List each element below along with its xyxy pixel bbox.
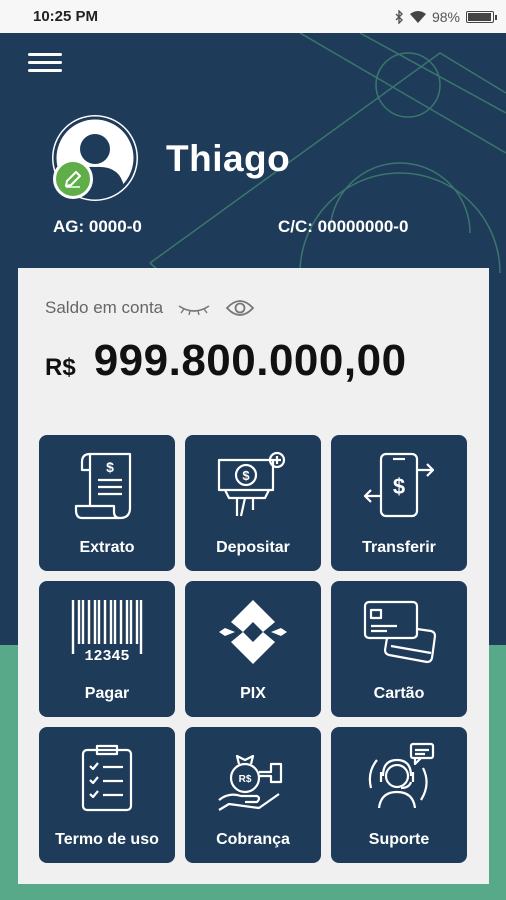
barcode-icon: 12345: [71, 600, 143, 665]
account-number: C/C: 00000000-0: [278, 217, 409, 236]
actions-grid: $ Extrato $ Depositar $ Transferir 12345…: [39, 435, 467, 863]
action-label: Transferir: [362, 539, 436, 556]
balance-label-row: Saldo em conta: [45, 298, 255, 318]
clipboard-icon: [81, 744, 133, 812]
menu-line: [28, 53, 62, 56]
action-label: Cobrança: [216, 831, 290, 848]
balance-label: Saldo em conta: [45, 298, 164, 317]
svg-text:$: $: [242, 468, 250, 483]
battery-fill: [468, 12, 492, 21]
pix-icon: [219, 600, 287, 664]
status-icons: 98%: [394, 8, 497, 25]
eye-icon[interactable]: [225, 298, 255, 318]
deposit-icon: $: [217, 451, 286, 517]
svg-text:R$: R$: [239, 774, 252, 785]
agency-number: AG: 0000-0: [53, 217, 142, 236]
menu-button[interactable]: [28, 53, 62, 75]
svg-text:$: $: [106, 459, 114, 475]
pencil-icon: [65, 171, 81, 188]
svg-text:$: $: [393, 474, 405, 499]
action-label: Pagar: [84, 685, 130, 702]
svg-text:12345: 12345: [84, 648, 129, 665]
action-suporte[interactable]: Suporte: [331, 727, 467, 863]
status-bar: 10:25 PM 98%: [0, 0, 506, 33]
action-extrato[interactable]: $ Extrato: [39, 435, 175, 571]
action-label: PIX: [240, 685, 266, 702]
battery-icon: [466, 10, 497, 23]
action-transferir[interactable]: $ Transferir: [331, 435, 467, 571]
menu-line: [28, 61, 62, 64]
action-pix[interactable]: PIX: [185, 581, 321, 717]
bluetooth-icon: [395, 9, 403, 24]
edit-profile-button[interactable]: [53, 159, 93, 199]
status-time: 10:25 PM: [33, 8, 99, 25]
action-label: Depositar: [216, 539, 290, 556]
currency-symbol: R$: [45, 354, 76, 381]
action-cartao[interactable]: Cartão: [331, 581, 467, 717]
card-icon: [363, 600, 437, 664]
eye-closed-icon[interactable]: [177, 300, 211, 316]
transfer-icon: $: [363, 452, 435, 518]
receipt-icon: $: [74, 452, 132, 520]
action-label: Suporte: [368, 831, 430, 848]
wifi-icon: [409, 10, 426, 23]
app-screen: Thiago AG: 0000-0 C/C: 00000000-0 Saldo …: [0, 33, 506, 900]
action-pagar[interactable]: 12345 Pagar: [39, 581, 175, 717]
support-icon: [368, 742, 435, 809]
action-label: Termo de uso: [55, 831, 159, 848]
battery-percent: 98%: [431, 8, 460, 25]
menu-line: [28, 69, 62, 72]
balance-amount: 999.800.000,00: [93, 336, 407, 385]
action-label: Extrato: [79, 539, 135, 556]
charge-icon: R$: [218, 754, 283, 811]
action-cobranca[interactable]: R$ Cobrança: [185, 727, 321, 863]
action-label: Cartão: [373, 685, 425, 702]
balance-card: Saldo em conta R$ 999.800.000,00 $ Extra…: [18, 268, 489, 884]
action-depositar[interactable]: $ Depositar: [185, 435, 321, 571]
user-name: Thiago: [166, 138, 291, 179]
action-termo-de-uso[interactable]: Termo de uso: [39, 727, 175, 863]
balance-row: R$ 999.800.000,00: [45, 336, 407, 386]
